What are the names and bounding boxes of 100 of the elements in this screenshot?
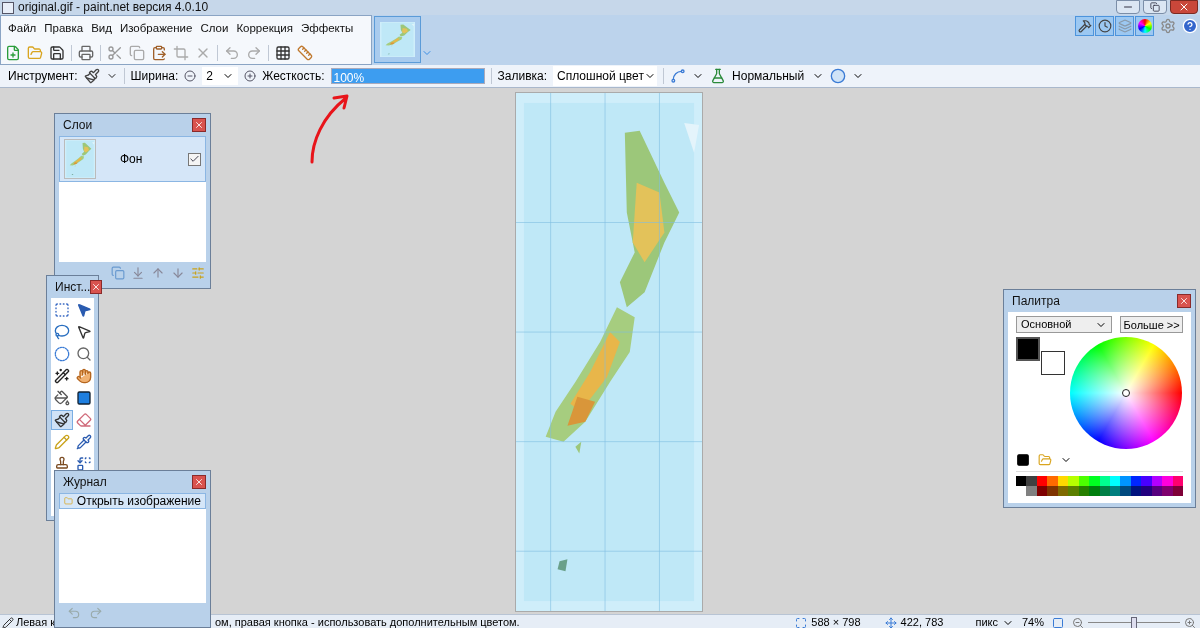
increase-icon[interactable] xyxy=(244,70,257,82)
panel-toggle-button[interactable] xyxy=(1095,16,1114,36)
palette-swatch[interactable] xyxy=(1078,486,1090,496)
pointer-outline-icon[interactable] xyxy=(75,324,92,340)
gradient-icon[interactable] xyxy=(75,390,92,406)
new-file-icon[interactable] xyxy=(5,45,21,61)
antialias-icon[interactable] xyxy=(830,68,847,84)
undo-icon[interactable] xyxy=(224,45,240,61)
print-icon[interactable] xyxy=(78,45,94,61)
palette-swatch[interactable] xyxy=(1078,476,1090,486)
palette-swatch[interactable] xyxy=(1036,486,1048,496)
palette-swatch[interactable] xyxy=(1162,486,1173,496)
zoom-out-icon[interactable] xyxy=(1072,616,1084,628)
settings-icon[interactable] xyxy=(1160,18,1176,34)
fit-window-icon[interactable] xyxy=(1052,616,1064,628)
palette-swatch[interactable] xyxy=(1130,486,1142,496)
palette-folder-icon[interactable] xyxy=(1038,453,1052,467)
add-color-icon[interactable] xyxy=(1016,453,1030,467)
palette-swatch[interactable] xyxy=(1151,486,1163,496)
color-picker-handle[interactable] xyxy=(1122,389,1130,397)
fill-dropdown[interactable]: Сплошной цвет xyxy=(553,66,658,86)
crop-icon[interactable] xyxy=(173,45,189,61)
palette-swatch[interactable] xyxy=(1099,486,1110,496)
merge-down-icon[interactable] xyxy=(131,266,145,280)
paintbrush-icon[interactable] xyxy=(54,412,70,428)
save-icon[interactable] xyxy=(49,45,65,61)
duplicate-layer-icon[interactable] xyxy=(111,266,125,280)
palette-swatch[interactable] xyxy=(1141,476,1152,486)
menu-item[interactable]: Коррекция xyxy=(232,20,297,38)
decrease-icon[interactable] xyxy=(184,70,197,82)
palette-swatch[interactable] xyxy=(1036,476,1048,486)
copy-icon[interactable] xyxy=(129,45,145,61)
palette-swatch[interactable] xyxy=(1109,486,1121,496)
menu-item[interactable]: Правка xyxy=(40,20,88,38)
pipette-icon[interactable] xyxy=(75,434,92,450)
help-icon[interactable] xyxy=(1182,18,1198,34)
hand-icon[interactable] xyxy=(75,368,92,384)
palette-swatch[interactable] xyxy=(1068,476,1079,486)
palette-dropdown[interactable]: Основной xyxy=(1016,316,1113,333)
palette-swatch[interactable] xyxy=(1089,476,1100,486)
width-dropdown[interactable]: 2 xyxy=(202,67,239,85)
menu-item[interactable]: Эффекты xyxy=(296,20,358,38)
blend-mode-dropdown[interactable]: Нормальный xyxy=(732,67,825,85)
ruler-icon[interactable] xyxy=(297,45,313,61)
palette-swatch[interactable] xyxy=(1047,476,1058,486)
zoom-in-icon[interactable] xyxy=(1184,616,1196,628)
palette-swatch[interactable] xyxy=(1120,476,1131,486)
eraser-icon[interactable] xyxy=(75,412,92,428)
pencil-icon[interactable] xyxy=(54,434,70,450)
palette-swatch[interactable] xyxy=(1016,476,1027,486)
palette-swatch[interactable] xyxy=(1141,486,1152,496)
menu-item[interactable]: Вид xyxy=(87,20,116,38)
menu-item[interactable]: Слои xyxy=(196,20,233,38)
palette-swatch[interactable] xyxy=(1130,476,1142,486)
image-thumbnail-tab[interactable] xyxy=(374,16,421,63)
close-button[interactable] xyxy=(192,475,206,489)
panel-toggle-button[interactable] xyxy=(1135,16,1154,36)
palette-swatch[interactable] xyxy=(1026,486,1037,496)
move-up-icon[interactable] xyxy=(151,266,165,280)
paste-icon[interactable] xyxy=(151,45,167,61)
menu-item[interactable]: Файл xyxy=(4,20,41,38)
palette-swatch[interactable] xyxy=(1047,486,1058,496)
panel-toggle-button[interactable] xyxy=(1075,16,1094,36)
palette-swatch[interactable] xyxy=(1172,476,1183,486)
magnifier-icon[interactable] xyxy=(75,346,92,362)
lasso-icon[interactable] xyxy=(54,324,70,340)
recolor-icon[interactable] xyxy=(75,456,92,472)
magic-wand-icon[interactable] xyxy=(54,368,70,384)
palette-swatch[interactable] xyxy=(1068,486,1079,496)
palette-swatch[interactable] xyxy=(1151,476,1163,486)
flask-icon[interactable] xyxy=(710,68,727,84)
palette-swatch[interactable] xyxy=(1172,486,1183,496)
redo-icon[interactable] xyxy=(246,45,262,61)
close-button[interactable] xyxy=(1177,294,1191,308)
close-button[interactable] xyxy=(192,118,206,132)
primary-color-swatch[interactable] xyxy=(1016,337,1040,361)
palette-swatch[interactable] xyxy=(1026,476,1037,486)
secondary-color-swatch[interactable] xyxy=(1041,351,1065,375)
palette-swatch[interactable] xyxy=(1162,476,1173,486)
palette-swatch[interactable] xyxy=(1099,476,1110,486)
close-button[interactable] xyxy=(1170,0,1198,14)
panel-toggle-button[interactable] xyxy=(1115,16,1134,36)
menu-item[interactable]: Изображение xyxy=(115,20,197,38)
paintbrush-icon[interactable] xyxy=(83,68,100,84)
palette-swatch[interactable] xyxy=(1057,476,1069,486)
palette-swatch[interactable] xyxy=(1057,486,1069,496)
rectangle-select-icon[interactable] xyxy=(54,302,70,318)
curve-icon[interactable] xyxy=(670,68,687,84)
layer-row[interactable]: Фон xyxy=(59,136,206,182)
restore-button[interactable] xyxy=(1143,0,1167,14)
more-button[interactable]: Больше >> xyxy=(1120,316,1183,333)
paint-bucket-icon[interactable] xyxy=(54,390,70,406)
open-folder-icon[interactable] xyxy=(27,45,43,61)
history-item[interactable]: Открыть изображение xyxy=(59,493,206,509)
zoom-slider[interactable] xyxy=(1088,616,1180,628)
palette-swatch[interactable] xyxy=(1109,476,1121,486)
pointer-plus-icon[interactable] xyxy=(75,302,92,318)
palette-swatch[interactable] xyxy=(1120,486,1131,496)
units-dropdown[interactable]: пикс xyxy=(975,614,998,628)
close-button[interactable] xyxy=(90,280,103,294)
